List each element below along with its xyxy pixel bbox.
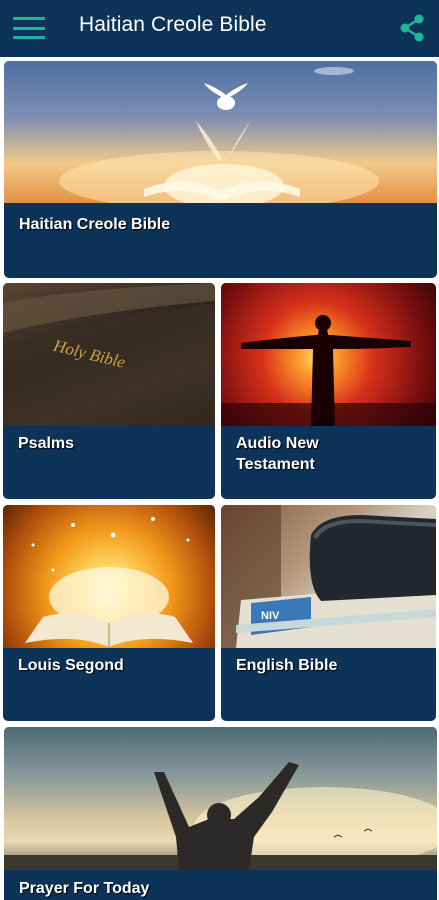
- christ-statue-sunset-image: [221, 283, 436, 426]
- app-title: Haitian Creole Bible: [79, 13, 267, 36]
- card-label: Louis Segond: [18, 657, 124, 674]
- card-label: Psalms: [18, 435, 75, 452]
- card-louis-segond[interactable]: Louis Segond: [3, 505, 215, 721]
- svg-text:NIV: NIV: [261, 610, 280, 622]
- share-icon[interactable]: [396, 12, 428, 44]
- stacked-bibles-image: NIV: [221, 505, 436, 648]
- card-audio-new-testament[interactable]: Audio New Testament: [221, 283, 436, 499]
- card-label: English Bible: [236, 657, 338, 674]
- card-english-bible[interactable]: NIV English Bible: [221, 505, 436, 721]
- card-label: Audio New Testament: [236, 435, 319, 473]
- hamburger-menu-icon[interactable]: [12, 15, 46, 41]
- card-prayer-for-today[interactable]: Prayer For Today: [4, 727, 437, 900]
- holy-bible-cover-image: Holy Bible: [3, 283, 215, 426]
- glowing-book-image: [3, 505, 215, 648]
- app-bar: Haitian Creole Bible: [0, 0, 439, 57]
- card-label: Haitian Creole Bible: [19, 216, 171, 233]
- prayer-sunset-image: [4, 727, 437, 870]
- card-label: Prayer For Today: [19, 880, 150, 897]
- dove-bible-sunrise-image: [4, 61, 437, 211]
- card-haitian-creole-bible[interactable]: Haitian Creole Bible: [4, 61, 437, 278]
- card-psalms[interactable]: Holy Bible Psalms: [3, 283, 215, 499]
